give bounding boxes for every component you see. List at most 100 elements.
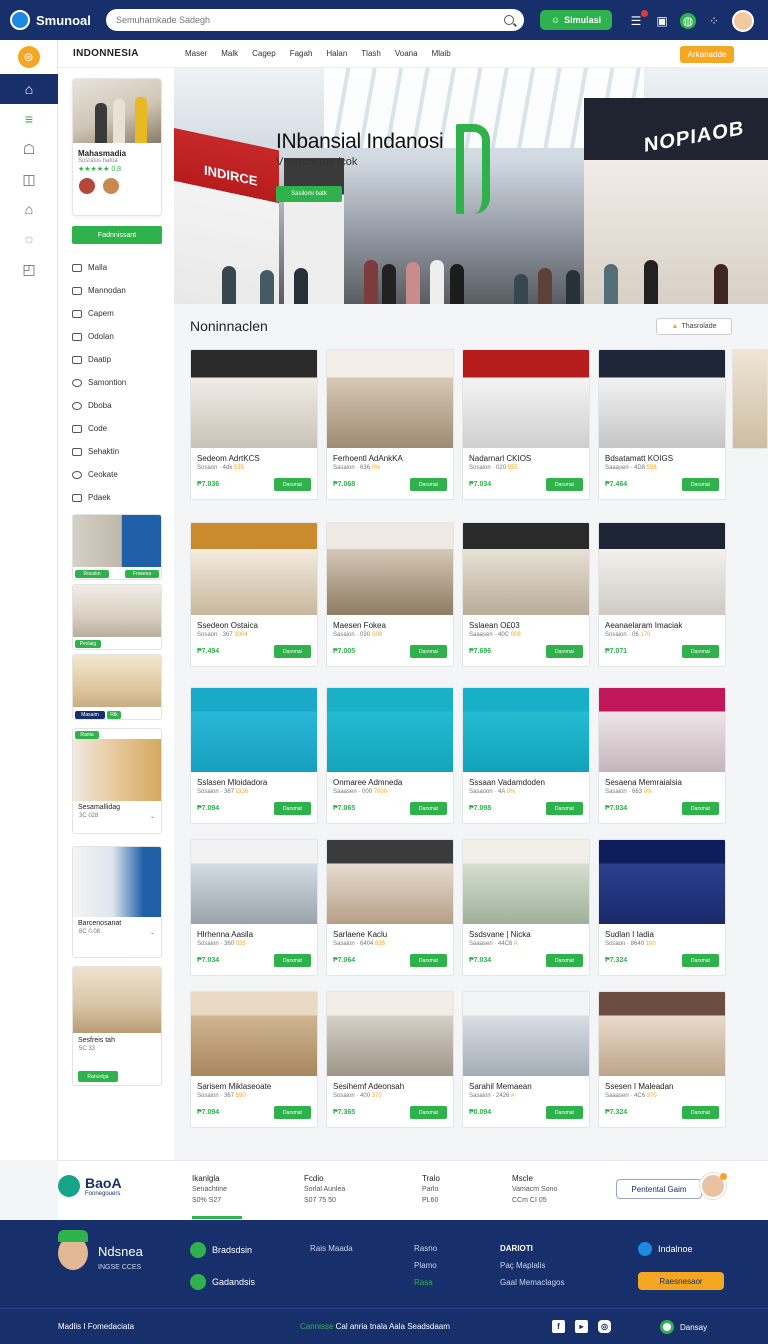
support-avatar[interactable] (700, 1173, 727, 1199)
side-thumb[interactable]: Ranta Sesamallidag 3C 028 ⌄ (72, 728, 162, 834)
rail-list-icon[interactable]: ≡ (0, 104, 58, 134)
rail-bag-icon[interactable]: ◫ (0, 164, 58, 194)
product-card[interactable]: Sarlaene Kaclu Sasaion · 6404 835 ₱7.064 Da… (326, 839, 454, 976)
app-logo[interactable]: Smunoal (10, 10, 106, 30)
globe-icon[interactable]: ◍ (680, 13, 696, 29)
mid-footer-button[interactable]: Pentental Gaim (616, 1179, 702, 1199)
card-title[interactable]: Sarisem Miklaseoate (191, 1076, 317, 1091)
side-thumb[interactable]: Rouskn Frasesa (72, 514, 162, 580)
card-title[interactable]: Sssaan Vadamdoden (463, 772, 589, 787)
card-button[interactable]: Darsmat (682, 1106, 719, 1119)
rail-file-icon[interactable]: ◰ (0, 254, 58, 284)
sidebar-item[interactable]: Pdaek (72, 486, 162, 509)
card-button[interactable]: Darsmat (410, 645, 447, 658)
footer-col-item[interactable]: Plamo (414, 1257, 437, 1274)
card-button[interactable]: Darsmat (546, 645, 583, 658)
product-card[interactable]: Ferhoentl AdAnkKA Sasaion · 636 0% ₱7.068 D… (326, 349, 454, 500)
side-thumb[interactable]: Pexlaig (72, 584, 162, 650)
card-button[interactable]: Darsmat (274, 1106, 311, 1119)
tag-badge[interactable]: Rancelga (78, 1071, 118, 1082)
card-title[interactable]: Onmaree Admneda (327, 772, 453, 787)
sidebar-item[interactable]: Malla (72, 256, 162, 279)
footer-col-item[interactable]: Rasa (414, 1278, 433, 1287)
product-card[interactable]: Aeanaelaram Imaciak Sosaion · 06 170 ₱7.07… (598, 522, 726, 667)
nav-link[interactable]: Malk (221, 49, 238, 58)
card-title[interactable]: Sesihemf Adeonsah (327, 1076, 453, 1091)
search-bar[interactable] (106, 9, 524, 31)
product-card[interactable]: Sesaena Memraialsia Sasaion · 663 0% ₱7.03… (598, 687, 726, 824)
rail-building-icon[interactable]: ⌂ (0, 194, 58, 224)
product-card[interactable]: Sslaean O£03 Saaasen · 40C 008 ₱7.696 Darsm… (462, 522, 590, 667)
card-title[interactable]: Ssedeon Ostaica (191, 615, 317, 630)
card-button[interactable]: Darsmat (546, 802, 583, 815)
rail-users-icon[interactable]: ☖ (0, 134, 58, 164)
card-title[interactable]: Hlrhenna Aasila (191, 924, 317, 939)
card-button[interactable]: Darsmat (546, 954, 583, 967)
footer-col-item[interactable]: Gaal Memaclagos (500, 1274, 564, 1291)
card-title[interactable]: Ssdsvane | Nicka (463, 924, 589, 939)
footer-link[interactable]: Gadandsis (190, 1274, 255, 1290)
card-button[interactable]: Darsmat (682, 645, 719, 658)
facebook-icon[interactable]: f (552, 1320, 565, 1333)
card-title[interactable]: Sudlan I Iadia (599, 924, 725, 939)
search-input[interactable] (116, 15, 504, 25)
card-title[interactable]: Ferhoentl AdAnkKA (327, 448, 453, 463)
card-button[interactable]: Darsmat (274, 645, 311, 658)
footer-col-item[interactable]: Rasno (414, 1240, 437, 1257)
footer-col-item[interactable]: Rais Maada (310, 1240, 353, 1257)
grid-icon[interactable]: ⁘ (706, 13, 722, 29)
card-title[interactable]: Bdsatamatt KOIGS (599, 448, 725, 463)
user-avatar[interactable] (732, 10, 754, 32)
footer-col-item[interactable]: Paç Maplalis (500, 1257, 564, 1274)
product-card[interactable]: Sslasen Mloidadora Sosaion · 367 CO6 ₱7.09… (190, 687, 318, 824)
nav-link[interactable]: Tlash (361, 49, 381, 58)
product-card[interactable]: Sarahil Memaean Sasaion · 2426 A ₱0.094 Dar… (462, 991, 590, 1128)
video-icon[interactable]: ▸ (575, 1320, 588, 1333)
card-button[interactable]: Darsmat (682, 954, 719, 967)
sidebar-item[interactable]: Daatip (72, 348, 162, 371)
card-title[interactable]: Sslasen Mloidadora (191, 772, 317, 787)
card-button[interactable]: Darsmat (546, 1106, 583, 1119)
rail-logo-icon[interactable]: ⊜ (17, 46, 40, 68)
card-button[interactable]: Darsmat (274, 478, 311, 491)
side-thumb[interactable]: Masaim Rtk (72, 654, 162, 720)
product-card[interactable]: Sarisem Miklaseoate Sosaion · 367 590 ₱7.0… (190, 991, 318, 1128)
card-title[interactable]: Sedeom AdrtKCS (191, 448, 317, 463)
card-title[interactable]: Sesaena Memraialsia (599, 772, 725, 787)
card-title[interactable]: Aeanaelaram Imaciak (599, 615, 725, 630)
product-card[interactable]: Ssdsvane | Nicka Saaasen · 44C6 A ₱7.034 Da… (462, 839, 590, 976)
footer-cta-button[interactable]: Raesnesaor (638, 1272, 724, 1290)
product-card[interactable]: Sedeom AdrtKCS Sosaon · 4dk 535 ₱7.036 Dars… (190, 349, 318, 500)
sidebar-primary-button[interactable]: Fadnnissant (72, 226, 162, 244)
menu-icon[interactable]: ☰ (628, 10, 648, 29)
product-card[interactable]: Onmaree Admneda Saaasen · 000 7000 ₱7.065 D… (326, 687, 454, 824)
card-button[interactable]: Darsmat (410, 954, 447, 967)
nav-brand[interactable]: INDONNESIA (58, 48, 185, 59)
nav-link[interactable]: Maser (185, 49, 207, 58)
footer-right-label[interactable]: Indalnoe (638, 1242, 693, 1256)
card-title[interactable]: Ssesen I Maleadan (599, 1076, 725, 1091)
sidebar-item[interactable]: Code (72, 417, 162, 440)
sidebar-item[interactable]: Mannodan (72, 279, 162, 302)
side-thumb[interactable]: Barcenosanat 8C 0.08 ⌄ (72, 846, 162, 958)
card-title[interactable]: Sarahil Memaean (463, 1076, 589, 1091)
card-title[interactable]: Nadarnarl CKIOS (463, 448, 589, 463)
hero-button[interactable]: Sasilomi batk (276, 186, 342, 202)
rail-chat-icon[interactable]: ◌ (0, 224, 58, 254)
sidebar-item[interactable]: Ceokate (72, 463, 162, 486)
product-card[interactable]: Sudlan I Iadia Sosaon · 8640 100 ₱7.324 Dar… (598, 839, 726, 976)
nav-link[interactable]: Halan (326, 49, 347, 58)
product-card[interactable]: Sssaan Vadamdoden Sasaoon · 4A 0% ₱7.098 Da… (462, 687, 590, 824)
product-card[interactable]: Maesen Fokea Sasaion · 030 S08 ₱7.005 Darsm… (326, 522, 454, 667)
section-action-button[interactable]: ▲ Thasrolade (656, 318, 732, 335)
card-button[interactable]: Darsmat (410, 1106, 447, 1119)
footer-link[interactable]: Bradsdsin (190, 1242, 252, 1258)
product-card[interactable]: Bdsatamatt KOIGS Saaasen · 4D8 556 ₱7.464 D… (598, 349, 726, 500)
chevron-down-icon[interactable]: ⌄ (150, 929, 155, 936)
sidebar-item[interactable]: Capem (72, 302, 162, 325)
language-selector[interactable]: Dansay (660, 1320, 707, 1334)
partial-card[interactable] (732, 349, 768, 449)
card-button[interactable]: Darsmat (682, 478, 719, 491)
nav-link[interactable]: Mlaib (432, 49, 451, 58)
product-card[interactable]: Sesihemf Adeonsah Sosaion · 400 370 ₱7.365… (326, 991, 454, 1128)
